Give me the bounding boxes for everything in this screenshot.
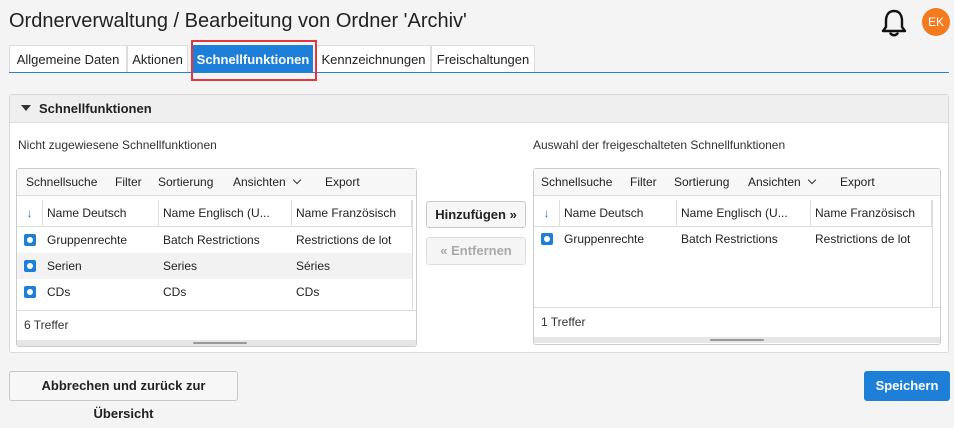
remove-button[interactable]: « Entfernen — [426, 237, 526, 265]
tab-allgemeine-daten[interactable]: Allgemeine Daten — [9, 45, 127, 72]
right-grid-toolbar: Schnellsuche Filter Sortierung Ansichten… — [534, 169, 940, 196]
avatar[interactable]: EK — [922, 8, 950, 36]
cell-name-deutsch: Serien — [47, 259, 82, 273]
cell-name-franzoesisch: Restrictions de lot — [815, 232, 911, 246]
scrollbar-thumb[interactable] — [710, 339, 764, 341]
row-type-icon — [541, 233, 553, 245]
right-grid-header: ↓ Name Deutsch Name Englisch (U... Name … — [534, 200, 932, 227]
row-type-icon — [24, 260, 36, 272]
table-row[interactable]: Gruppenrechte Batch Restrictions Restric… — [17, 227, 412, 253]
left-list-title: Nicht zugewiesene Schnellfunktionen — [18, 138, 217, 152]
cell-name-englisch: CDs — [163, 285, 187, 299]
filter-button[interactable]: Filter — [630, 175, 657, 190]
right-list-title: Auswahl der freigeschalteten Schnellfunk… — [533, 138, 786, 152]
tab-freischaltungen[interactable]: Freischaltungen — [431, 45, 535, 72]
tab-bar: Allgemeine Daten Aktionen Schnellfunktio… — [9, 45, 949, 73]
save-button[interactable]: Speichern — [864, 371, 950, 401]
left-grid-count: 6 Treffer — [17, 310, 416, 338]
cell-name-englisch: Batch Restrictions — [681, 232, 778, 246]
views-button[interactable]: Ansichten — [748, 175, 816, 190]
cancel-button[interactable]: Abbrechen und zurück zur Übersicht — [9, 371, 238, 421]
row-type-icon — [24, 286, 36, 298]
cell-name-franzoesisch: Restrictions de lot — [296, 233, 392, 247]
chevron-down-icon — [292, 175, 301, 185]
quicksearch-button[interactable]: Schnellsuche — [26, 175, 97, 190]
bell-icon[interactable] — [880, 8, 908, 38]
filter-button[interactable]: Filter — [115, 175, 142, 190]
column-header-name-franzoesisch[interactable]: Name Französisch — [811, 200, 932, 226]
column-header-name-franzoesisch[interactable]: Name Französisch — [292, 200, 412, 226]
cell-name-franzoesisch: CDs — [296, 285, 320, 299]
cell-name-franzoesisch: Séries — [296, 259, 331, 273]
column-header-name-englisch[interactable]: Name Englisch (U... — [677, 200, 811, 226]
left-grid-scrollbar[interactable] — [17, 340, 416, 346]
sort-button[interactable]: Sortierung — [674, 175, 729, 190]
sort-arrow-icon[interactable]: ↓ — [534, 200, 560, 226]
collapse-triangle-icon — [21, 105, 31, 111]
table-row[interactable]: Gruppenrechte Batch Restrictions Restric… — [534, 226, 932, 252]
sort-arrow-icon[interactable]: ↓ — [17, 200, 43, 226]
scrollbar-thumb[interactable] — [193, 342, 247, 344]
tab-aktionen[interactable]: Aktionen — [127, 45, 188, 72]
views-label: Ansichten — [233, 175, 286, 189]
right-grid-count: 1 Treffer — [534, 307, 940, 335]
left-grid-header: ↓ Name Deutsch Name Englisch (U... Name … — [17, 200, 412, 227]
table-row[interactable]: CDs CDs CDs — [17, 279, 412, 305]
views-button[interactable]: Ansichten — [233, 175, 301, 190]
cell-name-deutsch: CDs — [47, 285, 71, 299]
cell-name-deutsch: Gruppenrechte — [564, 232, 645, 246]
right-grid-scrollbar[interactable] — [534, 337, 940, 343]
export-button[interactable]: Export — [840, 175, 875, 190]
right-grid: Schnellsuche Filter Sortierung Ansichten… — [533, 168, 941, 345]
column-header-name-deutsch[interactable]: Name Deutsch — [43, 200, 159, 226]
chevron-down-icon — [807, 175, 816, 185]
tab-kennzeichnungen[interactable]: Kennzeichnungen — [316, 45, 431, 72]
table-row[interactable]: Serien Series Séries — [17, 253, 412, 279]
left-grid-toolbar: Schnellsuche Filter Sortierung Ansichten… — [17, 169, 416, 196]
tab-highlight-frame — [191, 40, 317, 81]
views-label: Ansichten — [748, 175, 801, 189]
column-header-name-deutsch[interactable]: Name Deutsch — [560, 200, 677, 226]
panel-title: Schnellfunktionen — [39, 101, 152, 116]
cell-name-englisch: Series — [163, 259, 198, 273]
column-header-name-englisch[interactable]: Name Englisch (U... — [159, 200, 292, 226]
export-button[interactable]: Export — [325, 175, 360, 190]
add-button[interactable]: Hinzufügen » — [426, 201, 526, 228]
quicksearch-button[interactable]: Schnellsuche — [541, 175, 612, 190]
panel-header[interactable]: Schnellfunktionen — [10, 95, 948, 123]
grid-vertical-divider — [932, 200, 933, 307]
left-grid: Schnellsuche Filter Sortierung Ansichten… — [16, 168, 417, 347]
row-type-icon — [24, 234, 36, 246]
page-title: Ordnerverwaltung / Bearbeitung von Ordne… — [9, 10, 467, 32]
sort-button[interactable]: Sortierung — [158, 175, 213, 190]
cell-name-englisch: Batch Restrictions — [163, 233, 260, 247]
grid-vertical-divider — [412, 200, 413, 310]
cell-name-deutsch: Gruppenrechte — [47, 233, 128, 247]
